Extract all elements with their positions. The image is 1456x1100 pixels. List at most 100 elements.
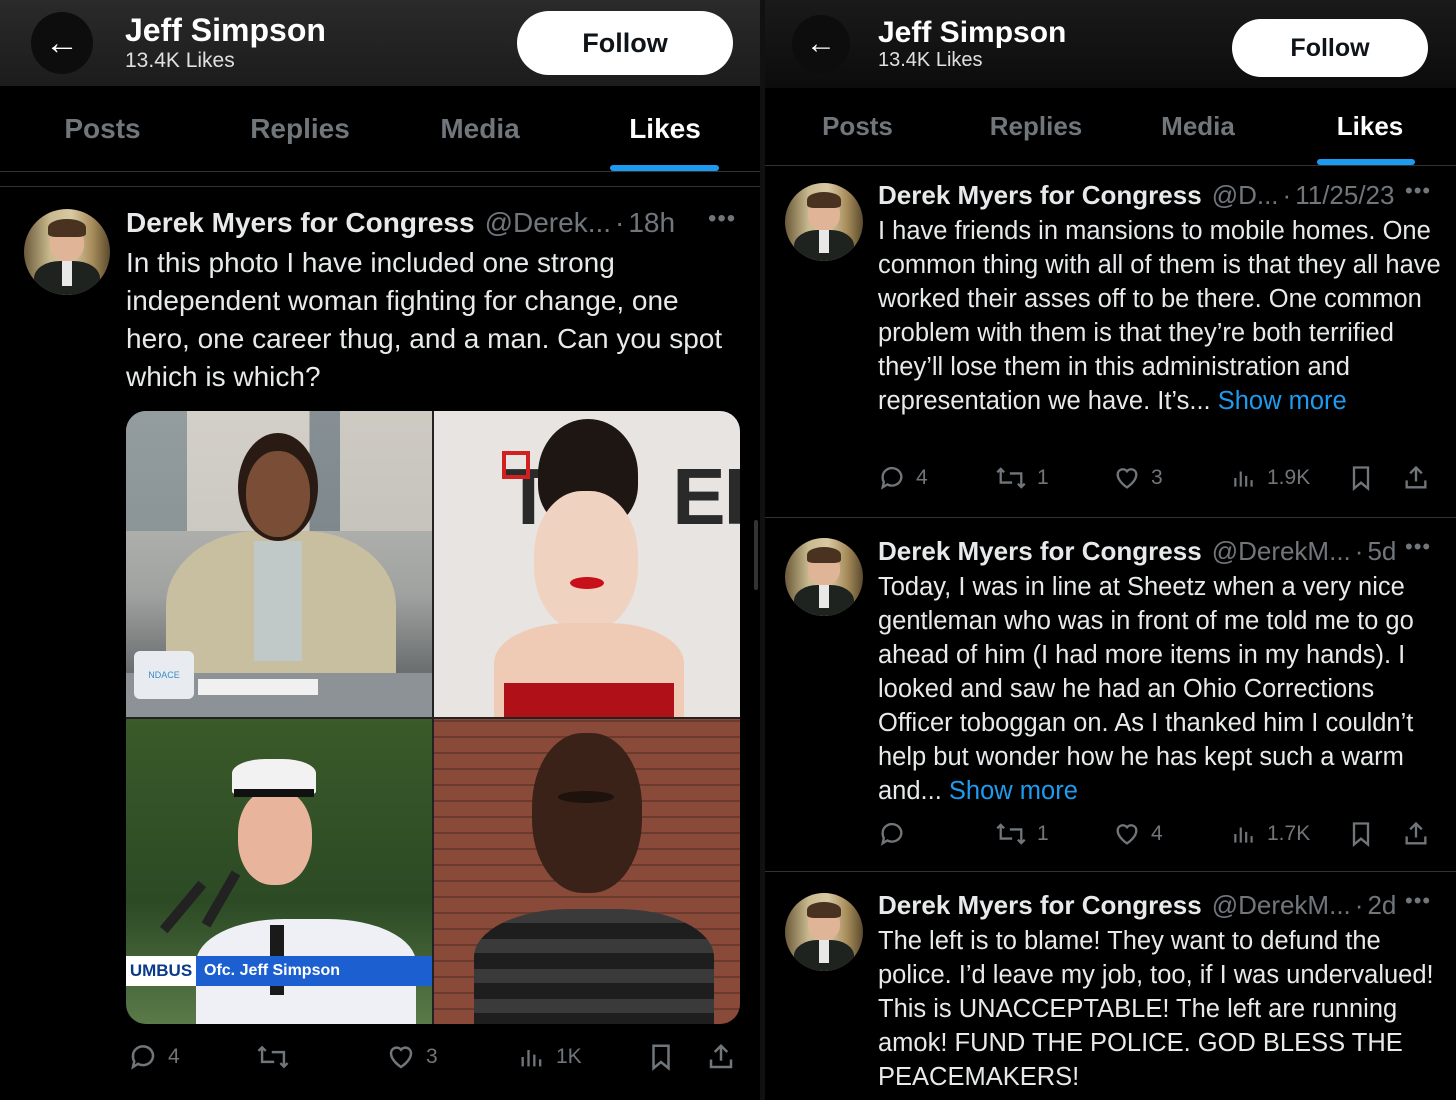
tweet-handle[interactable]: @D... <box>1212 180 1279 211</box>
heart-icon <box>1116 468 1138 489</box>
follow-button[interactable]: Follow <box>1232 19 1428 77</box>
like-action[interactable]: 3 <box>386 1042 438 1072</box>
tweet-text: I have friends in mansions to mobile hom… <box>878 214 1444 418</box>
active-tab-indicator <box>1317 159 1415 165</box>
tweet[interactable]: Derek Myers for Congress @DerekM... · 2d… <box>765 872 1456 1100</box>
tab-likes-label: Likes <box>629 112 701 144</box>
retweet-action[interactable]: 1 <box>995 820 1049 848</box>
profile-tabs: Posts Replies Media Likes <box>0 86 760 172</box>
avatar[interactable] <box>785 183 863 261</box>
tab-media[interactable]: Media <box>1112 88 1284 165</box>
retweet-action[interactable] <box>256 1042 300 1072</box>
caption-city: UMBUS <box>126 956 196 986</box>
show-more-link[interactable]: Show more <box>1218 387 1347 415</box>
reply-action[interactable]: 4 <box>878 464 928 492</box>
views-action[interactable]: 1.9K <box>1231 464 1310 492</box>
separator-dot: · <box>615 207 625 238</box>
tab-likes-label: Likes <box>1336 111 1404 141</box>
tab-media[interactable]: Media <box>385 86 575 171</box>
share-button[interactable] <box>706 1042 736 1072</box>
bookmark-icon <box>1352 822 1370 847</box>
mug-label: NDACE <box>134 651 194 699</box>
right-screenshot-panel: ← Jeff Simpson 13.4K Likes Follow Posts … <box>765 0 1456 1100</box>
show-more-link[interactable]: Show more <box>949 777 1078 805</box>
caption-name: Ofc. Jeff Simpson <box>196 956 432 986</box>
back-button[interactable]: ← <box>792 15 850 73</box>
tab-likes[interactable]: Likes <box>1284 88 1456 165</box>
retweet-action[interactable]: 1 <box>995 464 1049 492</box>
like-action[interactable]: 3 <box>1113 464 1163 492</box>
views-count: 1K <box>556 1045 582 1068</box>
tweet-handle[interactable]: @DerekM... <box>1212 890 1351 921</box>
tweet-text: The left is to blame! They want to defun… <box>878 927 1434 1091</box>
reply-icon <box>880 822 903 846</box>
tweet-author[interactable]: Derek Myers for Congress <box>878 890 1202 921</box>
profile-name: Jeff Simpson <box>125 12 326 49</box>
tweet-time[interactable]: 2d <box>1367 890 1396 921</box>
reply-action[interactable] <box>878 820 916 848</box>
back-button[interactable]: ← <box>31 12 93 74</box>
tweet-header: Derek Myers for Congress @D... · 11/25/2… <box>878 180 1394 211</box>
tweet-time[interactable]: 18h <box>628 207 675 239</box>
like-action[interactable]: 4 <box>1113 820 1163 848</box>
reply-action[interactable]: 4 <box>128 1042 180 1072</box>
share-button[interactable] <box>1402 464 1430 492</box>
reply-icon <box>880 466 903 490</box>
tweet-photo-4[interactable] <box>434 719 740 1024</box>
arrow-left-icon: ← <box>45 23 79 62</box>
retweet-icon <box>257 1045 289 1069</box>
views-action[interactable]: 1K <box>518 1042 582 1072</box>
profile-name-block: Jeff Simpson 13.4K Likes <box>878 17 1066 72</box>
avatar[interactable] <box>785 538 863 616</box>
views-action[interactable]: 1.7K <box>1231 820 1310 848</box>
tweet[interactable]: Derek Myers for Congress @DerekM... · 5d… <box>765 518 1456 872</box>
avatar[interactable] <box>24 209 110 295</box>
reply-icon <box>131 1045 155 1070</box>
like-count: 4 <box>1151 822 1163 845</box>
tweet-author[interactable]: Derek Myers for Congress <box>878 536 1202 567</box>
views-count: 1.7K <box>1267 822 1311 845</box>
separator-dot: · <box>1354 890 1364 920</box>
bookmark-button[interactable] <box>1349 464 1373 492</box>
tweet-text: In this photo I have included one strong… <box>126 247 723 392</box>
share-button[interactable] <box>1402 820 1430 848</box>
more-options-icon[interactable]: ••• <box>1405 888 1431 914</box>
tweet-photo-2[interactable]: T ER <box>434 411 740 717</box>
bookmark-button[interactable] <box>1349 820 1373 848</box>
tab-likes[interactable]: Likes <box>570 86 760 171</box>
tweet-photo-1[interactable]: NDACE <box>126 411 432 717</box>
arrow-left-icon: ← <box>806 27 836 60</box>
tweet-photo-grid[interactable]: NDACE T ER <box>126 411 740 1024</box>
tab-posts[interactable]: Posts <box>765 88 950 165</box>
tweet-header: Derek Myers for Congress @Derek... · 18h <box>126 207 675 239</box>
retweet-icon <box>996 467 1026 489</box>
tweet[interactable]: Derek Myers for Congress @Derek... · 18h… <box>0 187 760 1100</box>
tab-posts[interactable]: Posts <box>0 86 205 171</box>
more-options-icon[interactable]: ••• <box>1405 534 1431 560</box>
scrollbar-thumb[interactable] <box>754 520 758 590</box>
tab-replies[interactable]: Replies <box>950 88 1122 165</box>
tweet-time[interactable]: 5d <box>1367 536 1396 567</box>
tweet-handle[interactable]: @Derek... <box>485 207 611 239</box>
tab-replies[interactable]: Replies <box>205 86 395 171</box>
avatar[interactable] <box>785 893 863 971</box>
tweet-text: Today, I was in line at Sheetz when a ve… <box>878 570 1448 808</box>
tweet[interactable]: Derek Myers for Congress @D... · 11/25/2… <box>765 166 1456 518</box>
news-caption-bar: UMBUS Ofc. Jeff Simpson <box>126 956 432 986</box>
like-count: 3 <box>426 1045 438 1068</box>
bookmark-button[interactable] <box>648 1042 674 1072</box>
views-count: 1.9K <box>1267 466 1311 489</box>
tab-separator <box>0 172 760 187</box>
tweet-photo-3[interactable]: UMBUS Ofc. Jeff Simpson <box>126 719 432 1024</box>
tweet-time[interactable]: 11/25/23 <box>1295 180 1394 211</box>
tweet-handle[interactable]: @DerekM... <box>1212 536 1351 567</box>
reply-count: 4 <box>168 1045 180 1068</box>
tweet-author[interactable]: Derek Myers for Congress <box>126 207 475 239</box>
more-options-icon[interactable]: ••• <box>708 205 736 233</box>
more-options-icon[interactable]: ••• <box>1405 178 1431 204</box>
views-icon <box>521 1050 542 1067</box>
tweet-author[interactable]: Derek Myers for Congress <box>878 180 1202 211</box>
follow-button[interactable]: Follow <box>517 11 733 75</box>
bookmark-icon <box>652 1044 670 1071</box>
retweet-count: 1 <box>1037 466 1049 489</box>
